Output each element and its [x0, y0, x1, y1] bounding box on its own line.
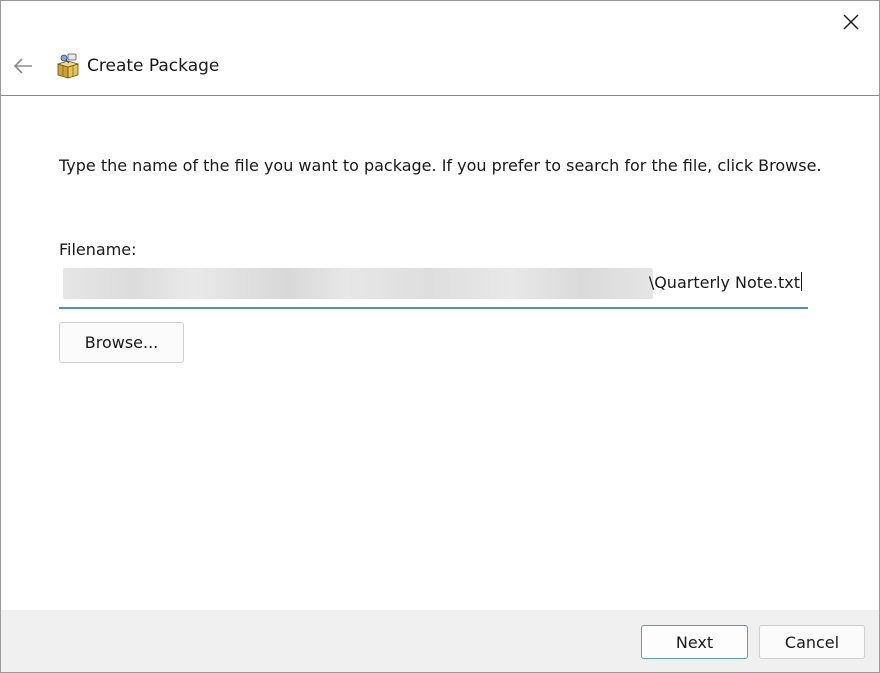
browse-button[interactable]: Browse...: [59, 322, 184, 363]
dialog-header: Create Package: [1, 41, 879, 96]
dialog-title: Create Package: [87, 56, 220, 76]
create-package-dialog: Create Package Type the name of the file…: [0, 0, 880, 673]
next-button[interactable]: Next: [641, 625, 748, 659]
back-button[interactable]: [9, 51, 37, 81]
filename-field[interactable]: \Quarterly Note.txt: [59, 265, 808, 309]
close-button[interactable]: [829, 5, 873, 39]
redacted-path: [63, 268, 653, 299]
filename-value: \Quarterly Note.txt: [648, 272, 802, 292]
package-icon: [56, 53, 80, 79]
back-arrow-icon: [13, 58, 32, 74]
text-caret: [801, 272, 802, 291]
instruction-text: Type the name of the file you want to pa…: [59, 156, 822, 175]
close-icon: [843, 14, 859, 30]
filename-label: Filename:: [59, 240, 137, 259]
cancel-button[interactable]: Cancel: [759, 625, 865, 659]
